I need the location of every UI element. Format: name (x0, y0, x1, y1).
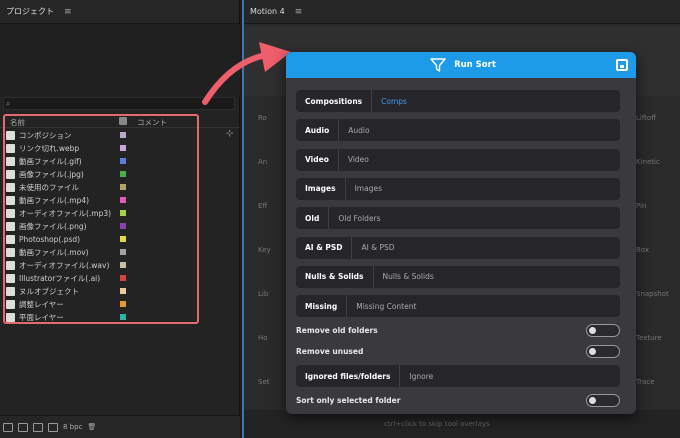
folder-mapping-row: Old Old Folders (296, 207, 620, 230)
flowchart-icon[interactable]: ⊹ (226, 129, 234, 139)
remove-old-folders-row: Remove old folders (296, 322, 622, 338)
project-panel-title: プロジェクト (6, 7, 54, 16)
folder-mapping-label: Images (296, 177, 346, 200)
folder-mapping-row: AI & PSD AI & PSD (296, 236, 620, 259)
sort-only-selected-toggle[interactable] (586, 394, 620, 407)
run-sort-dialog: Run Sort Compositions Comps Audio Audio Vide… (286, 52, 636, 414)
run-sort-label: Run Sort (454, 60, 496, 70)
folder-name-input[interactable]: Video (339, 155, 369, 164)
folder-mapping-row: Nulls & Solids Nulls & Solids (296, 265, 620, 288)
folder-mapping-row: Audio Audio (296, 119, 620, 142)
project-panel-tab[interactable]: プロジェクト ≡ (0, 0, 239, 24)
motion-panel-title: Motion 4 (250, 7, 285, 16)
folder-name-input[interactable]: Old Folders (329, 214, 380, 223)
folder-mapping-row: Compositions Comps (296, 90, 620, 112)
save-icon[interactable] (616, 59, 628, 71)
pointer-arrow-icon (202, 42, 291, 105)
remove-unused-toggle[interactable] (586, 345, 620, 358)
folder-mapping-row: Missing Missing Content (296, 295, 620, 318)
bit-depth-label[interactable]: 8 bpc (63, 423, 82, 431)
motion-tool-label[interactable]: Trace (636, 360, 680, 404)
motion-panel-tab[interactable]: Motion 4 ≡ (244, 0, 680, 24)
remove-old-folders-label: Remove old folders (296, 325, 378, 335)
funnel-icon (430, 58, 446, 72)
project-footer: 8 bpc 🗑 (0, 415, 240, 438)
motion-side-tools-right: Liftoff Kinetic Pin Box Snapshot Texture Trace (636, 96, 680, 404)
new-composition-icon[interactable] (33, 422, 43, 432)
trash-icon[interactable]: 🗑 (87, 423, 96, 431)
motion-tool-label[interactable]: Texture (636, 316, 680, 360)
highlight-box (3, 114, 199, 324)
ignored-files-input[interactable]: Ignore (400, 372, 433, 381)
folder-mapping-label: Nulls & Solids (296, 265, 374, 288)
folder-mapping-label: Video (296, 148, 339, 171)
motion-tool-label[interactable]: Liftoff (636, 96, 680, 140)
sort-only-selected-row: Sort only selected folder (296, 392, 622, 408)
remove-unused-row: Remove unused (296, 343, 622, 359)
motion-tool-label[interactable]: Box (636, 228, 680, 272)
motion-tool-label[interactable]: Kinetic (636, 140, 680, 184)
run-sort-button[interactable]: Run Sort (286, 52, 636, 78)
remove-old-folders-toggle[interactable] (586, 324, 620, 337)
folder-mapping-label: AI & PSD (296, 236, 353, 259)
remove-unused-label: Remove unused (296, 346, 364, 356)
search-icon: ⌕ (6, 98, 11, 108)
ignored-files-label: Ignored files/folders (296, 365, 401, 387)
folder-name-input[interactable]: Images (346, 184, 382, 193)
ignored-files-row: Ignored files/folders Ignore (296, 365, 620, 387)
folder-name-input[interactable]: Audio (339, 126, 369, 135)
folder-name-input[interactable]: Missing Content (347, 302, 416, 311)
motion-tool-label[interactable]: Pin (636, 184, 680, 228)
folder-name-input[interactable]: AI & PSD (352, 243, 394, 252)
folder-mapping-row: Video Video (296, 148, 620, 171)
project-settings-icon[interactable] (48, 422, 58, 432)
new-folder-icon[interactable] (18, 422, 28, 432)
panel-menu-icon[interactable]: ≡ (64, 7, 72, 17)
folder-mapping-label: Compositions (296, 90, 373, 112)
folder-name-input[interactable]: Comps (372, 97, 407, 106)
folder-mapping-label: Old (296, 207, 330, 230)
sort-only-selected-label: Sort only selected folder (296, 395, 401, 405)
folder-name-input[interactable]: Nulls & Solids (374, 272, 434, 281)
motion-hint-bar: ctrl+click to skip tool overlays (244, 410, 680, 438)
interpret-footage-icon[interactable] (3, 422, 13, 432)
folder-mapping-row: Images Images (296, 177, 620, 200)
motion-tool-label[interactable]: Snapshot (636, 272, 680, 316)
hint-text: ctrl+click to skip tool overlays (384, 420, 490, 428)
folder-mapping-label: Audio (296, 119, 340, 142)
app-root: プロジェクト ≡ ⌕ 名前 コメント ⊹ コンポジション リンク切れ.webp 動画… (0, 0, 680, 438)
folder-mapping-label: Missing (296, 295, 348, 318)
panel-menu-icon[interactable]: ≡ (295, 7, 303, 17)
